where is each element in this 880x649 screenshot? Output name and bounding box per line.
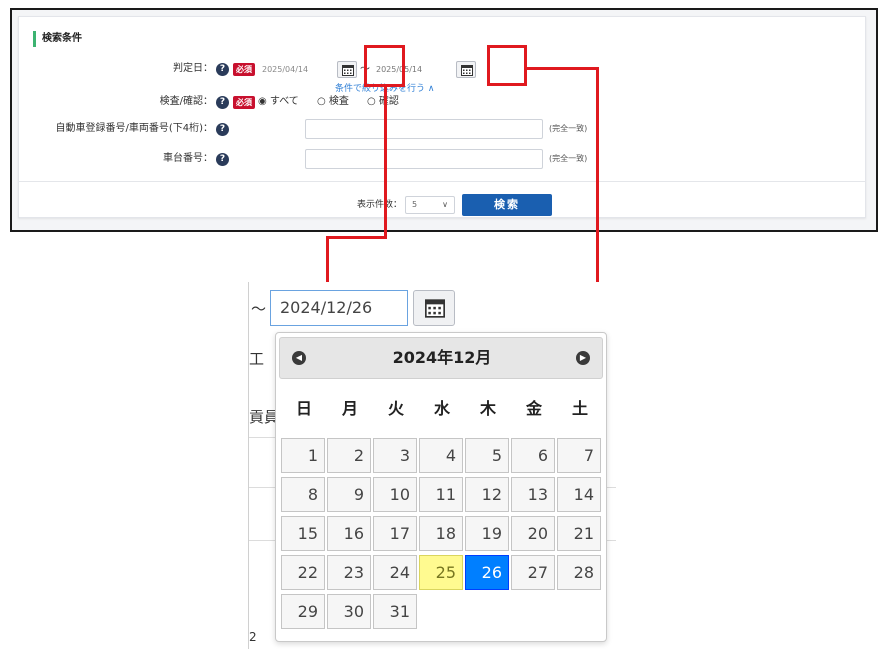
help-icon[interactable]: ? [216,153,229,166]
date-to-calendar-button[interactable] [456,61,476,78]
calendar-day[interactable]: 19 [465,516,509,551]
calendar-day[interactable]: 29 [281,594,325,629]
calendar-day[interactable]: 22 [281,555,325,590]
help-icon[interactable]: ? [216,96,229,109]
month-year-title: 2024年12月 [392,348,492,367]
calendar-day[interactable]: 12 [465,477,509,512]
calendar-day[interactable]: 1 [281,438,325,473]
calendar-day[interactable]: 6 [511,438,555,473]
connector-line [326,236,329,282]
highlight-box-from-calendar [364,45,405,87]
calendar-day[interactable]: 18 [419,516,463,551]
chassis-number-input[interactable] [305,149,543,169]
chevron-right-icon: ▶ [579,353,587,362]
next-month-button[interactable]: ▶ [576,351,590,365]
calendar-day[interactable]: 14 [557,477,601,512]
help-icon[interactable]: ? [216,123,229,136]
required-badge: 必須 [233,96,255,109]
calendar-day[interactable]: 28 [557,555,601,590]
datepicker-popup: 2024年12月 ◀ ▶ 日月火水木金土 1 2 3 4 5 6 7 8 9 10 11 12 13 14… [275,332,607,642]
datepicker-header: 2024年12月 ◀ ▶ [279,337,603,379]
calendar-day[interactable]: 24 [373,555,417,590]
required-badge: 必須 [233,63,255,76]
display-count-value: 5 [412,200,418,209]
calendar-day[interactable]: 10 [373,477,417,512]
chevron-down-icon: ∨ [442,200,448,209]
background-text-fragment: 工 [249,350,265,368]
calendar-day[interactable]: 9 [327,477,371,512]
display-count-select[interactable]: 5 ∨ [405,196,455,214]
weekday-label: 水 [433,399,450,418]
exact-match-note: (完全一致) [549,124,588,133]
calendar-day[interactable]: 13 [511,477,555,512]
weekday-label: 木 [479,399,496,418]
calendar-day[interactable]: 8 [281,477,325,512]
chassis-number-label: 車台番号： [163,153,213,164]
calendar-day[interactable]: 3 [373,438,417,473]
weekday-label: 月 [341,399,358,418]
calendar-day[interactable]: 16 [327,516,371,551]
judgment-date-label: 判定日： [173,63,213,74]
zoomed-datepicker-view: ～ 工 貢員 2 2024/12/26 2024年12月 ◀ ▶ 日月火水木金土… [248,282,616,649]
weekday-label: 土 [571,399,588,418]
weekday-label: 火 [387,399,404,418]
radio-all[interactable]: ◉ すべて [258,95,299,109]
date-input-focused[interactable]: 2024/12/26 [270,290,408,326]
calendar-day[interactable]: 2 [327,438,371,473]
calendar-day[interactable]: 5 [465,438,509,473]
calendar-day[interactable]: 21 [557,516,601,551]
connector-line [384,87,387,237]
chevron-left-icon: ◀ [295,353,303,362]
highlight-box-to-calendar [487,45,527,86]
date-from-input[interactable]: 2025/04/14 [259,61,339,78]
calendar-day[interactable]: 20 [511,516,555,551]
divider [19,181,865,182]
radio-inspection[interactable]: ○ 検査 [317,95,349,109]
calendar-day[interactable]: 15 [281,516,325,551]
search-button[interactable]: 検索 [462,194,552,216]
date-from-calendar-button[interactable] [337,61,357,78]
display-count-label: 表示件数： [357,200,403,210]
vehicle-number-input[interactable] [305,119,543,139]
radio-confirmation[interactable]: ○ 確認 [367,95,399,109]
calendar-button[interactable] [413,290,455,326]
background-text-fragment: 2 [249,630,257,644]
calendar-day[interactable]: 25 [419,555,463,590]
calendar-day[interactable]: 7 [557,438,601,473]
radio-inspection-label: 検査 [328,96,349,107]
connector-line [326,236,387,239]
radio-all-label: すべて [269,96,299,107]
calendar-day[interactable]: 31 [373,594,417,629]
calendar-day[interactable]: 23 [327,555,371,590]
weekday-label: 日 [295,399,312,418]
calendar-icon [425,299,445,318]
weekday-label: 金 [525,399,542,418]
tilde-separator: ～ [251,300,267,318]
vehicle-number-label: 自動車登録番号/車両番号(下4桁)： [55,123,213,134]
search-panel-frame: 検索条件 判定日： ? 必須 2025/04/14 ～ 2025/05/14 条… [10,8,878,232]
calendar-day[interactable]: 30 [327,594,371,629]
help-icon[interactable]: ? [216,63,229,76]
exact-match-note: (完全一致) [549,154,588,163]
search-panel-background: 検索条件 判定日： ? 必須 2025/04/14 ～ 2025/05/14 条… [12,10,876,230]
calendar-icon [342,65,354,76]
prev-month-button[interactable]: ◀ [292,351,306,365]
calendar-day[interactable]: 17 [373,516,417,551]
calendar-day[interactable]: 26 [465,555,509,590]
connector-line [596,67,599,282]
calendar-day[interactable]: 27 [511,555,555,590]
radio-confirmation-label: 確認 [378,96,399,107]
inspection-label: 検査/確認： [159,96,213,107]
connector-line [527,67,599,70]
search-conditions-card: 検索条件 判定日： ? 必須 2025/04/14 ～ 2025/05/14 条… [18,16,866,218]
panel-title: 検索条件 [33,31,82,47]
calendar-icon [461,65,473,76]
calendar-day[interactable]: 11 [419,477,463,512]
calendar-day[interactable]: 4 [419,438,463,473]
